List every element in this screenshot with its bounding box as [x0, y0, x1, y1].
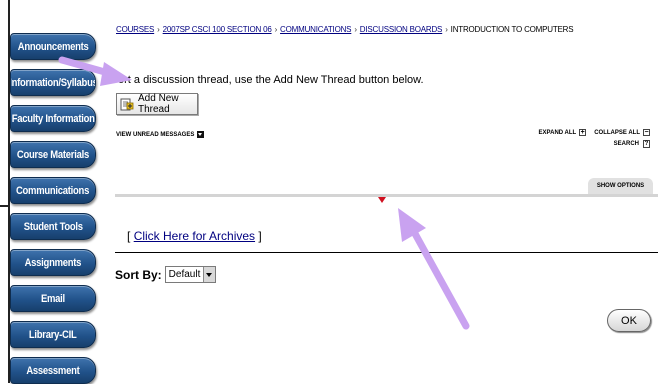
breadcrumb: COURSES › 2007SP CSCI 100 SECTION 06 › COMMU…: [116, 25, 574, 34]
annotation-arrow-right: [398, 208, 470, 330]
course-menu-sidebar: Announcements Information/Syllabus Facul…: [0, 0, 104, 384]
sidebar-item-communications[interactable]: Communications: [10, 177, 96, 204]
search-label[interactable]: SEARCH: [614, 141, 639, 147]
sort-by-selected-value: Default: [168, 269, 201, 280]
sort-by-control: Sort By: Default: [115, 266, 217, 283]
red-triangle-marker-icon: [378, 197, 386, 203]
sidebar-item-announcements[interactable]: Announcements: [10, 33, 96, 60]
sidebar-item-label: Student Tools: [23, 220, 83, 233]
plus-icon[interactable]: +: [579, 129, 587, 136]
breadcrumb-separator: ›: [274, 25, 278, 34]
sidebar-item-email[interactable]: Email: [10, 285, 96, 312]
sidebar-item-assessment[interactable]: Assessment: [10, 357, 96, 384]
sidebar-item-label: Assignments: [24, 256, 82, 269]
archives-bracket-close: ]: [258, 229, 262, 243]
sidebar-item-label: Email: [41, 292, 65, 305]
search-control[interactable]: SEARCH ?: [614, 140, 650, 148]
view-unread-messages[interactable]: VIEW UNREAD MESSAGES: [116, 131, 205, 138]
breadcrumb-separator: ›: [157, 25, 160, 34]
sort-by-select[interactable]: Default: [164, 266, 217, 283]
archives-link-row: [ Click Here for Archives ]: [127, 229, 262, 243]
sidebar-item-label: Communications: [16, 184, 90, 197]
expand-all-label[interactable]: EXPAND ALL: [539, 130, 577, 136]
options-divider: [115, 194, 658, 197]
sidebar-item-information-syllabus[interactable]: Information/Syllabus: [10, 69, 96, 96]
new-thread-icon: [120, 97, 134, 111]
add-new-thread-button[interactable]: Add New Thread: [116, 93, 198, 115]
breadcrumb-discussion-boards-link[interactable]: DISCUSSION BOARDS: [360, 25, 443, 34]
show-options-tab[interactable]: SHOW OPTIONS: [588, 178, 653, 194]
sidebar-item-label: Information/Syllabus: [10, 76, 96, 89]
search-help-icon[interactable]: ?: [643, 140, 650, 148]
sidebar-item-label: Faculty Information: [11, 112, 95, 125]
sidebar-item-course-materials[interactable]: Course Materials: [10, 141, 96, 168]
dropdown-arrow-icon[interactable]: [197, 131, 205, 138]
sidebar-item-student-tools[interactable]: Student Tools: [10, 213, 96, 240]
breadcrumb-course-link[interactable]: 2007SP CSCI 100 SECTION 06: [163, 25, 272, 34]
breadcrumb-current: INTRODUCTION TO COMPUTERS: [450, 25, 574, 34]
breadcrumb-separator: ›: [354, 25, 357, 34]
sidebar-item-label: Assessment: [26, 364, 80, 377]
archives-bracket-open: [: [127, 229, 131, 243]
sidebar-item-assignments[interactable]: Assignments: [10, 249, 96, 276]
sidebar-item-faculty-information[interactable]: Faculty Information: [10, 105, 96, 132]
sidebar-item-library-cil[interactable]: Library-CIL: [10, 321, 96, 348]
breadcrumb-separator: ›: [445, 25, 448, 34]
minus-icon[interactable]: −: [643, 129, 650, 136]
sidebar-item-label: Announcements: [17, 40, 89, 53]
sidebar-tick: [0, 205, 10, 207]
sidebar-item-label: Course Materials: [16, 148, 90, 161]
expand-collapse-controls: EXPAND ALL + COLLAPSE ALL −: [539, 129, 650, 136]
ok-button[interactable]: OK: [607, 309, 651, 332]
instructions-text: ort a discussion thread, use the Add New…: [118, 74, 424, 86]
archives-link[interactable]: Click Here for Archives: [134, 229, 255, 243]
collapse-all-label[interactable]: COLLAPSE ALL: [594, 130, 640, 136]
chevron-down-icon[interactable]: [203, 267, 216, 282]
breadcrumb-communications-link[interactable]: COMMUNICATIONS: [280, 25, 351, 34]
breadcrumb-courses-link[interactable]: COURSES: [116, 25, 154, 34]
sidebar-item-label: Library-CIL: [29, 328, 77, 341]
add-new-thread-label: Add New Thread: [138, 93, 179, 115]
view-unread-label: VIEW UNREAD MESSAGES: [116, 131, 195, 138]
section-divider: [115, 252, 658, 253]
sort-by-label: Sort By:: [115, 267, 162, 282]
